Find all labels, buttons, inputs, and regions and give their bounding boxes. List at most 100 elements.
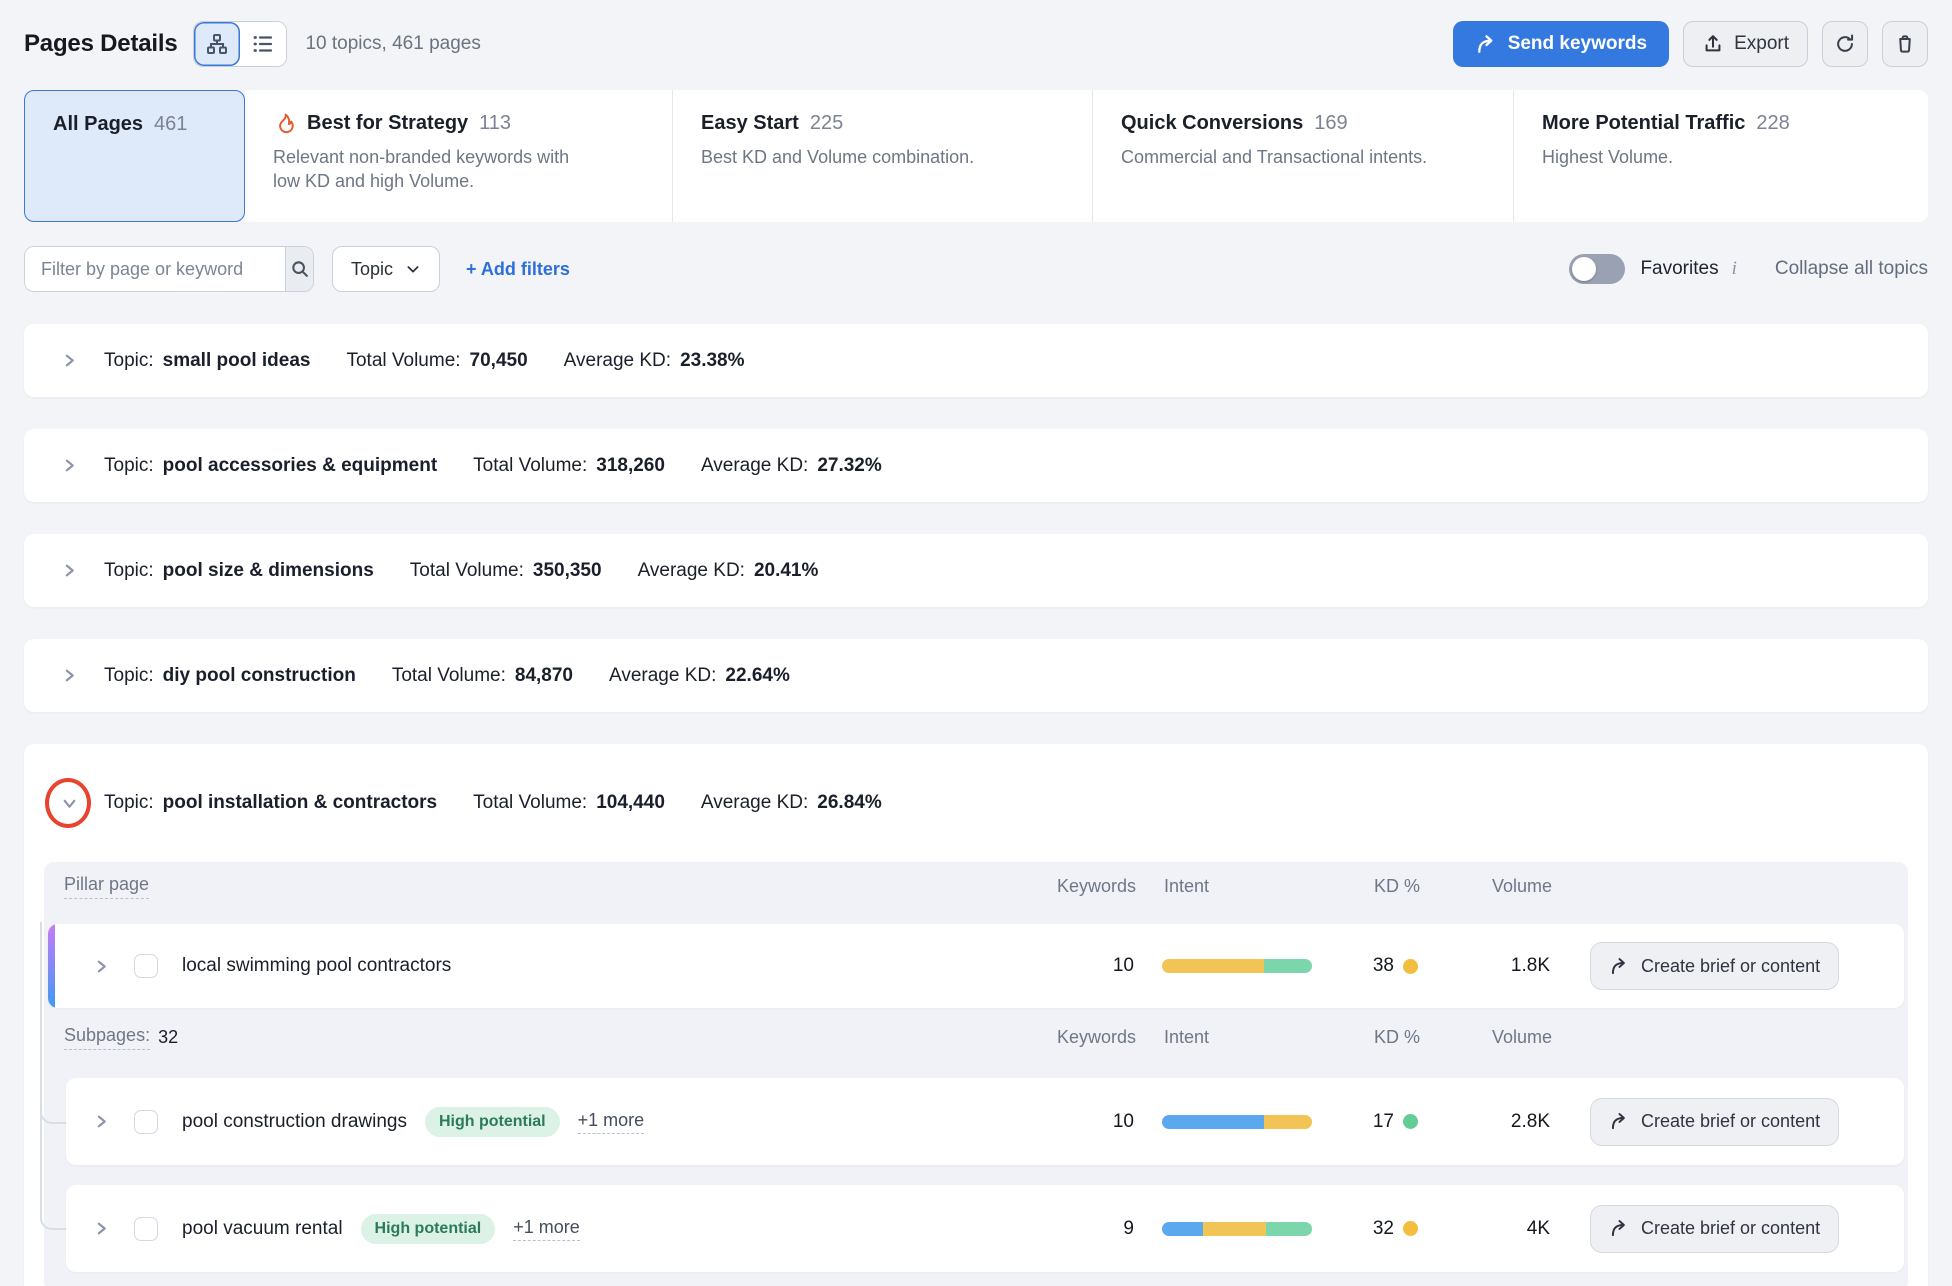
send-keywords-button[interactable]: Send keywords — [1453, 21, 1669, 67]
favorites-toggle[interactable] — [1569, 254, 1625, 284]
search-button[interactable] — [285, 247, 313, 291]
tab-all-pages[interactable]: All Pages 461 — [24, 90, 245, 222]
average-kd-value: 23.38% — [680, 350, 744, 372]
tree-connector-elbow — [40, 1192, 68, 1230]
pillar-header-row: Pillar page Keywords Intent KD % Volume — [46, 862, 1906, 910]
pages-tabs: All Pages 461 Best for Strategy 113 Rele… — [24, 90, 1928, 222]
favorites-label: Favorites — [1640, 258, 1718, 280]
chevron-right-icon[interactable] — [58, 665, 80, 687]
tab-label: Quick Conversions — [1121, 112, 1303, 135]
more-badges-link[interactable]: +1 more — [513, 1217, 580, 1241]
create-brief-button[interactable]: Create brief or content — [1590, 1205, 1839, 1253]
topic-name: diy pool construction — [163, 665, 356, 687]
page-name: local swimming pool contractors — [182, 955, 451, 977]
tab-label: More Potential Traffic — [1542, 112, 1745, 135]
keywords-count: 9 — [1034, 1218, 1134, 1240]
average-kd-value: 22.64% — [725, 665, 789, 687]
page-name: pool vacuum rental — [182, 1218, 343, 1240]
kd-value: 17 — [1373, 1111, 1394, 1133]
tab-quick-conversions[interactable]: Quick Conversions 169 Commercial and Tra… — [1092, 90, 1513, 222]
total-volume-value: 70,450 — [470, 350, 528, 372]
keywords-header: Keywords — [1036, 876, 1136, 897]
add-filters-link[interactable]: + Add filters — [466, 259, 570, 280]
share-arrow-icon — [1609, 1111, 1630, 1132]
subpages-count: 32 — [158, 1027, 178, 1048]
high-potential-badge: High potential — [361, 1214, 496, 1244]
topic-dropdown-label: Topic — [351, 259, 393, 280]
tab-label: Best for Strategy — [307, 112, 468, 135]
subpages-header: Subpages: — [64, 1025, 150, 1050]
more-badges-link[interactable]: +1 more — [578, 1110, 645, 1134]
intent-bar — [1162, 1115, 1312, 1129]
tab-count: 113 — [479, 112, 511, 135]
export-button[interactable]: Export — [1683, 21, 1808, 67]
topic-summary: Topic: pool installation & contractors T… — [104, 792, 882, 814]
pillar-page-row[interactable]: local swimming pool contractors 10 38 — [48, 924, 1904, 1008]
topic-prefix: Topic: — [104, 665, 154, 687]
topic-row-pool-accessories[interactable]: Topic: pool accessories & equipment Tota… — [24, 429, 1928, 502]
chevron-right-icon[interactable] — [90, 1218, 112, 1240]
topic-prefix: Topic: — [104, 455, 154, 477]
intent-bar — [1162, 959, 1312, 973]
top-bar: Pages Details — [24, 20, 1928, 68]
intent-header: Intent — [1164, 876, 1324, 897]
topic-map-view-button[interactable] — [194, 22, 240, 66]
total-volume-label: Total Volume: — [473, 455, 587, 477]
tab-best-for-strategy[interactable]: Best for Strategy 113 Relevant non-brand… — [245, 90, 672, 222]
refresh-button[interactable] — [1822, 21, 1868, 67]
tab-easy-start[interactable]: Easy Start 225 Best KD and Volume combin… — [672, 90, 1092, 222]
create-brief-button[interactable]: Create brief or content — [1590, 942, 1839, 990]
subpage-row-pool-vacuum-rental[interactable]: pool vacuum rental High potential +1 mor… — [66, 1185, 1904, 1272]
subpage-row-pool-construction-drawings[interactable]: pool construction drawings High potentia… — [66, 1078, 1904, 1165]
total-volume-label: Total Volume: — [410, 560, 524, 582]
share-arrow-icon — [1609, 1218, 1630, 1239]
search-input[interactable] — [25, 247, 285, 291]
topic-summary: Topic: small pool ideas Total Volume: 70… — [104, 350, 745, 372]
row-checkbox[interactable] — [134, 1217, 158, 1241]
expanded-topic-header[interactable]: Topic: pool installation & contractors T… — [24, 744, 1928, 862]
tab-count: 225 — [810, 112, 843, 135]
average-kd-label: Average KD: — [564, 350, 671, 372]
tab-count: 228 — [1756, 112, 1789, 135]
info-icon[interactable]: i — [1732, 258, 1737, 280]
pages-details-panel: Pages Details — [0, 0, 1952, 1286]
topic-name: pool installation & contractors — [163, 792, 437, 814]
chevron-down-icon[interactable] — [58, 792, 80, 814]
topic-summary: Topic: diy pool construction Total Volum… — [104, 665, 790, 687]
share-arrow-icon — [1609, 956, 1630, 977]
create-brief-button[interactable]: Create brief or content — [1590, 1098, 1839, 1146]
keywords-count: 10 — [1034, 1111, 1134, 1133]
high-potential-badge: High potential — [425, 1107, 560, 1137]
row-checkbox[interactable] — [134, 1110, 158, 1134]
chevron-right-icon[interactable] — [58, 350, 80, 372]
total-volume-label: Total Volume: — [473, 792, 587, 814]
kd-difficulty-dot — [1403, 959, 1418, 974]
share-arrow-icon — [1475, 33, 1498, 56]
chevron-right-icon[interactable] — [90, 1111, 112, 1133]
collapse-all-topics-link[interactable]: Collapse all topics — [1775, 258, 1928, 280]
chevron-right-icon[interactable] — [58, 560, 80, 582]
total-volume-label: Total Volume: — [346, 350, 460, 372]
topic-filter-dropdown[interactable]: Topic — [332, 246, 440, 292]
volume-value: 2.8K — [1455, 1111, 1550, 1133]
tab-more-potential-traffic[interactable]: More Potential Traffic 228 Highest Volum… — [1513, 90, 1928, 222]
chevron-right-icon[interactable] — [58, 455, 80, 477]
topic-row-pool-size[interactable]: Topic: pool size & dimensions Total Volu… — [24, 534, 1928, 607]
topic-row-diy-pool-construction[interactable]: Topic: diy pool construction Total Volum… — [24, 639, 1928, 712]
delete-button[interactable] — [1882, 21, 1928, 67]
list-view-button[interactable] — [240, 22, 286, 66]
page-title: Pages Details — [24, 30, 177, 58]
topic-pages-table: Pillar page Keywords Intent KD % Volume — [44, 862, 1908, 1286]
tab-description: Best KD and Volume combination. — [701, 145, 1081, 169]
row-checkbox[interactable] — [134, 954, 158, 978]
topic-row-pool-installation-expanded: Topic: pool installation & contractors T… — [24, 744, 1928, 1286]
topic-name: small pool ideas — [163, 350, 311, 372]
topic-name: pool size & dimensions — [163, 560, 374, 582]
chevron-right-icon[interactable] — [90, 955, 112, 977]
topic-row-small-pool-ideas[interactable]: Topic: small pool ideas Total Volume: 70… — [24, 324, 1928, 397]
subpages-header-row: Subpages: 32 Keywords Intent KD % Volume — [46, 1012, 1906, 1062]
view-toggle — [193, 21, 287, 67]
topics-pages-summary: 10 topics, 461 pages — [305, 33, 480, 55]
volume-value: 1.8K — [1455, 955, 1550, 977]
upload-icon — [1702, 33, 1724, 55]
